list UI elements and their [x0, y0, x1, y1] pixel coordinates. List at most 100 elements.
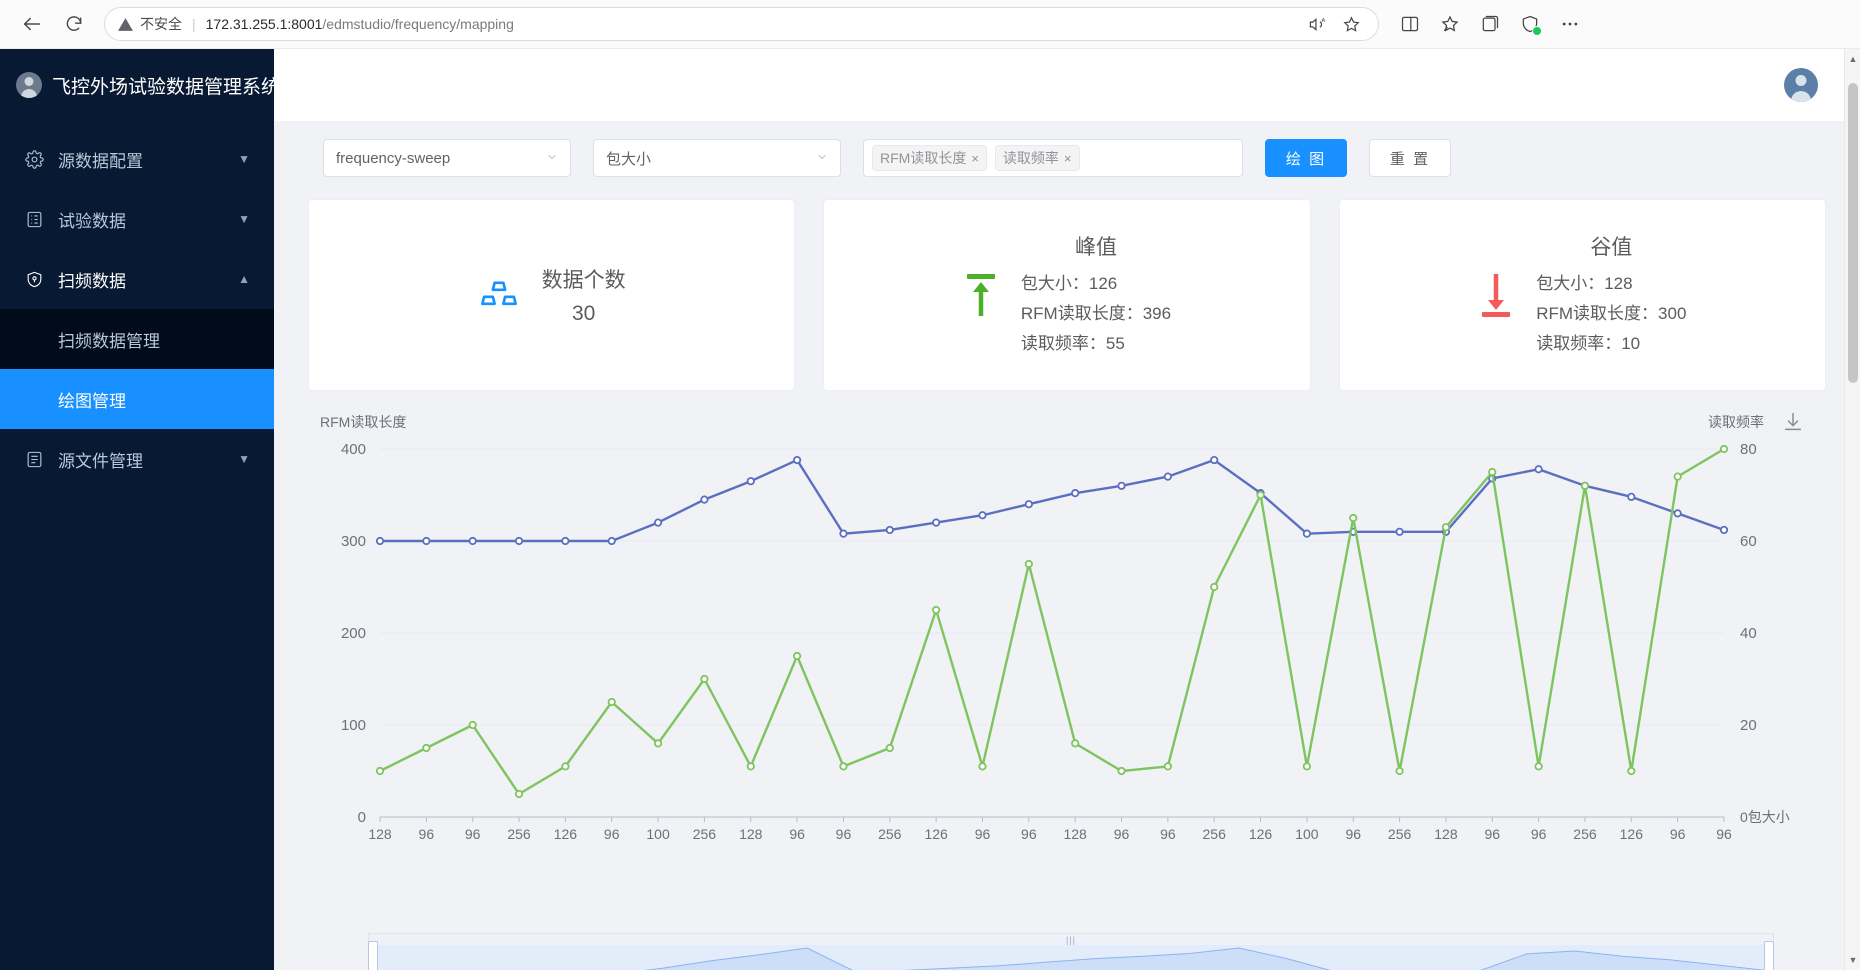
- dataset-select[interactable]: frequency-sweep: [323, 139, 571, 177]
- card-line: RFM读取长度：396: [1020, 304, 1172, 323]
- card-line: 读取频率：55: [1020, 334, 1125, 353]
- datazoom-handle-right[interactable]: [1764, 941, 1774, 970]
- series-tag-label: RFM读取长度: [880, 150, 967, 166]
- svg-text:300: 300: [341, 533, 366, 550]
- browser-essentials-icon[interactable]: [1515, 9, 1545, 39]
- card-line: 包大小：128: [1536, 274, 1633, 293]
- sidebar-item-label: 源文件管理: [58, 451, 143, 471]
- svg-text:100: 100: [341, 717, 366, 734]
- peak-up-icon: [963, 270, 999, 320]
- svg-text:128: 128: [739, 826, 763, 842]
- svg-text:96: 96: [836, 826, 852, 842]
- svg-text:40: 40: [1740, 625, 1757, 642]
- sidebar-menu: 源数据配置 ▼ 试验数据 ▼ 扫频数据 ▲ 扫频数据管理 绘图管理 源文件管理 …: [0, 121, 274, 489]
- star-icon[interactable]: [1336, 9, 1366, 39]
- svg-text:126: 126: [924, 826, 948, 842]
- list-icon: [24, 210, 44, 229]
- svg-text:256: 256: [878, 826, 902, 842]
- close-icon[interactable]: ×: [1064, 151, 1072, 166]
- series-tags-input[interactable]: RFM读取长度 × 读取频率 ×: [863, 139, 1243, 177]
- more-options-icon[interactable]: [1555, 9, 1585, 39]
- datazoom-grip-icon[interactable]: |||: [1066, 935, 1076, 945]
- svg-text:96: 96: [1114, 826, 1130, 842]
- scroll-up-icon[interactable]: ▲: [1845, 51, 1860, 67]
- back-button[interactable]: [14, 6, 50, 42]
- datazoom-track[interactable]: |||: [368, 933, 1774, 970]
- svg-text:96: 96: [789, 826, 805, 842]
- card-data-count: 数据个数 30: [308, 199, 796, 391]
- omnibox-divider: |: [192, 16, 196, 32]
- split-screen-icon[interactable]: [1395, 9, 1425, 39]
- plot-button[interactable]: 绘 图: [1265, 139, 1347, 177]
- svg-text:200: 200: [341, 625, 366, 642]
- reload-button[interactable]: [56, 6, 92, 42]
- scrollbar-thumb[interactable]: [1848, 83, 1858, 383]
- card-line: 包大小：126: [1020, 274, 1118, 293]
- svg-text:96: 96: [1484, 826, 1500, 842]
- sidebar-item-source-config[interactable]: 源数据配置 ▼: [0, 129, 274, 189]
- chart-panel: RFM读取长度 读取频率 0 100 200 300 400 20 40 60 80 128 96 96 2…: [308, 413, 1826, 970]
- svg-text:100: 100: [1295, 826, 1319, 842]
- stat-cards: 数据个数 30 峰值 包大小：126 RFM读取长度：396 读取频率：55 谷…: [308, 191, 1826, 391]
- sidebar-item-test-data[interactable]: 试验数据 ▼: [0, 189, 274, 249]
- address-bar[interactable]: 不安全 | 172.31.255.1:8001/edmstudio/freque…: [104, 7, 1379, 41]
- card-value: 30: [571, 302, 596, 325]
- datazoom-handle-left[interactable]: [368, 941, 378, 970]
- svg-text:RFM读取长度: RFM读取长度: [320, 414, 406, 430]
- chart-canvas[interactable]: RFM读取长度 读取频率 0 100 200 300 400 20 40 60 80 128 96 96 2…: [308, 413, 1826, 933]
- chevron-down-icon: [816, 151, 828, 166]
- chevron-down-icon: ▼: [238, 152, 250, 166]
- svg-text:96: 96: [1345, 826, 1361, 842]
- xaxis-select[interactable]: 包大小: [593, 139, 841, 177]
- card-line: 读取频率：10: [1536, 334, 1641, 353]
- svg-text:126: 126: [554, 826, 578, 842]
- sidebar-item-label: 扫频数据: [58, 271, 126, 291]
- svg-text:96: 96: [1716, 826, 1732, 842]
- scroll-down-icon[interactable]: ▼: [1845, 952, 1860, 968]
- svg-text:0: 0: [358, 809, 366, 826]
- sidebar-subitem-label: 扫频数据管理: [58, 331, 160, 351]
- series-tag[interactable]: RFM读取长度 ×: [872, 145, 987, 171]
- close-icon[interactable]: ×: [971, 151, 979, 166]
- card-line: RFM读取长度：300: [1536, 304, 1687, 323]
- brand-logo-icon: [16, 72, 42, 98]
- series-tag-label: 读取频率: [1002, 150, 1059, 166]
- sidebar-item-frequency-management[interactable]: 扫频数据管理: [0, 309, 274, 369]
- app-shell: 飞控外场试验数据管理系统 源数据配置 ▼ 试验数据 ▼ 扫频数据 ▲ 扫频数据管…: [0, 49, 1860, 970]
- sidebar-item-plot-management[interactable]: 绘图管理: [0, 369, 274, 429]
- chart-datazoom-slider[interactable]: |||: [368, 933, 1774, 970]
- svg-text:96: 96: [419, 826, 435, 842]
- card-valley: 谷值 包大小：128 RFM读取长度：300 读取频率：10: [1338, 199, 1826, 391]
- page-content: frequency-sweep 包大小 RFM读取长度 × 读取频率 × 绘 图…: [274, 121, 1860, 970]
- svg-text:256: 256: [1573, 826, 1597, 842]
- sidebar-item-source-file-management[interactable]: 源文件管理 ▼: [0, 429, 274, 489]
- svg-text:256: 256: [1388, 826, 1412, 842]
- svg-text:96: 96: [1160, 826, 1176, 842]
- xaxis-select-value: 包大小: [606, 150, 652, 168]
- top-bar: [274, 49, 1860, 121]
- series-tag[interactable]: 读取频率 ×: [994, 145, 1080, 171]
- collections-icon[interactable]: [1475, 9, 1505, 39]
- url-host: 172.31.255.1:8001: [205, 16, 323, 32]
- svg-text:96: 96: [975, 826, 991, 842]
- dual-axis-line-chart[interactable]: RFM读取长度 读取频率 0 100 200 300 400 20 40 60 80 128 96 96 2…: [308, 413, 1804, 883]
- svg-text:A: A: [1321, 18, 1325, 24]
- security-warning[interactable]: 不安全: [117, 14, 182, 34]
- reset-button[interactable]: 重 置: [1369, 139, 1451, 177]
- chevron-down-icon: [546, 151, 558, 166]
- avatar[interactable]: [1784, 68, 1818, 102]
- svg-text:96: 96: [1021, 826, 1037, 842]
- chevron-down-icon: ▼: [238, 452, 250, 466]
- page-scrollbar[interactable]: ▲ ▼: [1844, 49, 1860, 970]
- read-aloud-icon[interactable]: A: [1302, 9, 1332, 39]
- collections-pin-icon[interactable]: [1435, 9, 1465, 39]
- svg-text:96: 96: [1670, 826, 1686, 842]
- svg-text:128: 128: [1434, 826, 1458, 842]
- sidebar-item-frequency-data[interactable]: 扫频数据 ▲: [0, 249, 274, 309]
- shield-icon: [24, 270, 44, 289]
- url-path: /edmstudio/frequency/mapping: [322, 16, 514, 32]
- svg-text:126: 126: [1620, 826, 1644, 842]
- svg-text:80: 80: [1740, 441, 1757, 458]
- svg-text:96: 96: [1531, 826, 1547, 842]
- main-area: frequency-sweep 包大小 RFM读取长度 × 读取频率 × 绘 图…: [274, 49, 1860, 970]
